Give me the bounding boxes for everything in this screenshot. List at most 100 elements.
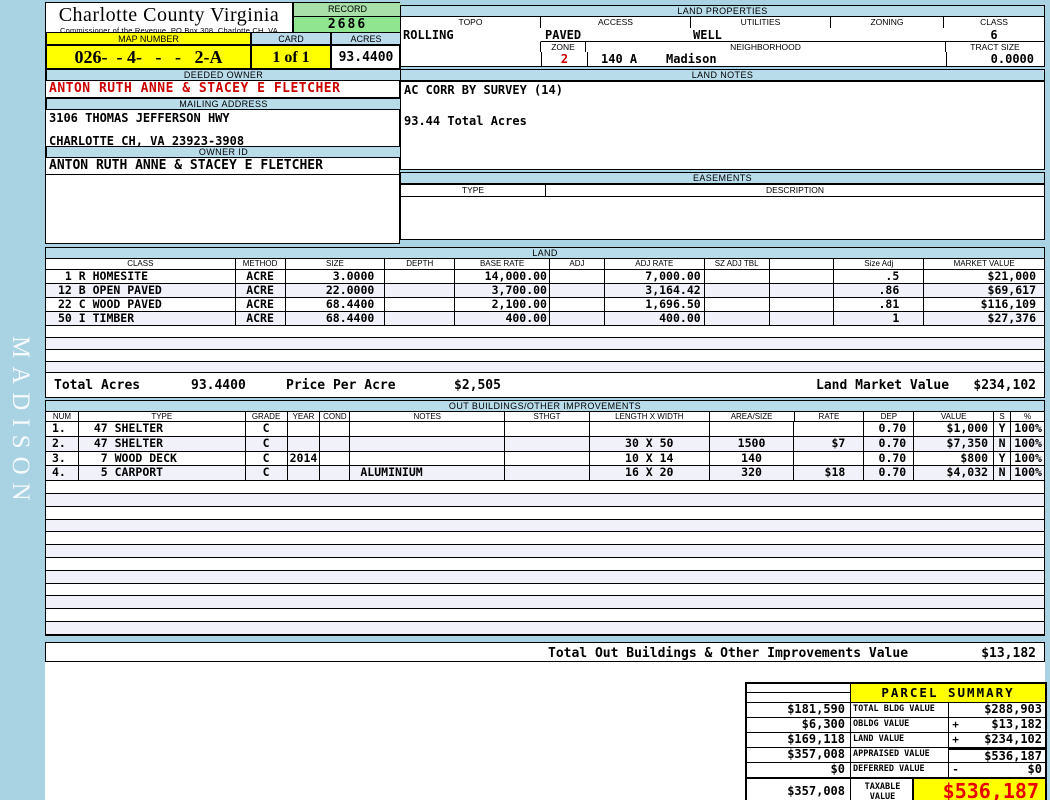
- cell: C: [246, 436, 288, 451]
- county-title: Charlotte County Virginia: [58, 4, 280, 26]
- column-header: MARKET VALUE: [953, 259, 1015, 268]
- card-label: CARD: [251, 32, 331, 45]
- out-buildings-total-row: Total Out Buildings & Other Improvements…: [45, 642, 1045, 662]
- mailing-address-line1: 3106 THOMAS JEFFERSON HWY: [49, 111, 230, 125]
- cell: $4,032: [914, 466, 995, 481]
- cell: [350, 422, 506, 436]
- cell: [705, 298, 770, 311]
- easement-description-label: DESCRIPTION: [765, 185, 825, 195]
- owner-id-band: OWNER ID: [46, 146, 401, 158]
- summary-label: LAND VALUE: [851, 733, 949, 747]
- cell: ACRE: [236, 312, 286, 325]
- empty-row: [46, 481, 1044, 494]
- cell: [550, 270, 605, 283]
- column-header: ADJ: [550, 259, 605, 269]
- empty-row: [46, 621, 1044, 635]
- cell: [505, 451, 590, 466]
- cell: 0.70: [864, 466, 915, 481]
- deeded-owner-value: ANTON RUTH ANNE & STACEY E FLETCHER: [46, 81, 401, 98]
- empty-row: [46, 609, 1044, 622]
- summary-left-value: $357,008: [747, 748, 851, 762]
- cell: 47 SHELTER: [79, 422, 246, 436]
- column-header: NOTES: [350, 412, 506, 421]
- out-buildings-band: OUT BUILDINGS/OTHER IMPROVEMENTS: [45, 400, 1045, 412]
- cell: N: [994, 466, 1012, 481]
- owner-id-value: ANTON RUTH ANNE & STACEY E FLETCHER: [46, 158, 401, 175]
- class-value: 6: [990, 28, 998, 42]
- column-header: NUM: [46, 412, 79, 421]
- cell: [770, 284, 835, 297]
- cell: 12 B OPEN PAVED: [46, 284, 236, 297]
- acres-label: ACRES: [331, 32, 401, 45]
- empty-row: [46, 338, 1044, 350]
- out-buildings-total-label: Total Out Buildings & Other Improvements…: [548, 646, 909, 661]
- topo-value: ROLLING: [403, 28, 454, 42]
- spacer-top: [747, 684, 850, 693]
- empty-row: [46, 570, 1044, 584]
- out-buildings-table: NUM TYPE GRADE YEAR COND NOTES STHGT LENGTH X W…: [45, 412, 1045, 636]
- summary-value: $536,187: [962, 748, 1045, 763]
- cell: [320, 451, 351, 466]
- parcel-summary: PARCEL SUMMARY $181,590 TOTAL BLDG VALUE $…: [745, 682, 1047, 800]
- cell: 3.0000: [286, 270, 386, 283]
- cell: $1,000: [914, 422, 995, 436]
- cell: [505, 466, 590, 481]
- column-header: RATE: [795, 412, 865, 421]
- neighborhood-label: NEIGHBORHOOD: [586, 42, 946, 52]
- summary-left-value: $181,590: [747, 703, 851, 717]
- column-header: BASE RATE: [455, 259, 550, 269]
- summary-operator: +: [952, 718, 959, 731]
- cell: 1,696.50: [605, 298, 705, 311]
- empty-row: [46, 584, 1044, 597]
- land-table-band: LAND: [45, 247, 1045, 259]
- parcel-summary-body: $181,590 TOTAL BLDG VALUE $288,903 $6,300 OB…: [747, 703, 1045, 778]
- cell: [705, 312, 770, 325]
- summary-label: APPRAISED VALUE: [851, 748, 949, 762]
- table-row: 2. 47 SHELTER C 30 X 50 1500 $7 0.70 $7,350 N 10…: [46, 436, 1044, 452]
- record-value: 2686: [293, 17, 401, 32]
- empty-row: [46, 519, 1044, 533]
- table-row: 1 R HOMESITE ACRE 3.0000 14,000.00 7,000.00.…: [46, 270, 1044, 284]
- cell: 100%: [1014, 436, 1042, 450]
- cell: 400.00: [455, 312, 550, 325]
- column-header: SZ ADJ TBL: [705, 259, 770, 269]
- parcel-summary-row: $357,008 APPRAISED VALUE $536,187: [747, 748, 1045, 763]
- parcel-summary-header-spacer: [747, 684, 851, 702]
- zone-neighborhood-headers: ZONE NEIGHBORHOOD TRACT SIZE: [401, 41, 1044, 52]
- cell: 47 SHELTER: [79, 436, 246, 451]
- column-header: ADJ RATE: [605, 259, 705, 269]
- map-number-value: 026- - 4- - - 2-A: [46, 45, 251, 69]
- column-header: DEP: [864, 412, 915, 421]
- cell: 22 C WOOD PAVED: [46, 298, 236, 311]
- table-row: 50 I TIMBER ACRE 68.4400 400.00 400.00 1 $27,3…: [46, 312, 1044, 326]
- cell: 100%: [1014, 422, 1042, 435]
- cell: [550, 298, 605, 311]
- empty-row: [46, 596, 1044, 610]
- table-row: 22 C WOOD PAVED ACRE 68.4400 2,100.00 1,696.…: [46, 298, 1044, 312]
- land-notes-box: AC CORR BY SURVEY (14) 93.44 Total Acres: [400, 81, 1045, 170]
- cell: [288, 466, 321, 481]
- cell: [320, 422, 351, 436]
- cell: [794, 451, 865, 466]
- cell: ACRE: [236, 284, 286, 297]
- land-properties-panel: LAND PROPERTIES TOPO ACCESS UTILITIES ZO…: [400, 5, 1045, 67]
- cell: C: [246, 466, 288, 481]
- zone-label: ZONE: [541, 42, 586, 52]
- access-value: PAVED: [545, 28, 582, 42]
- cell: [770, 298, 835, 311]
- cell: [385, 298, 456, 311]
- summary-left-value: $6,300: [747, 718, 851, 732]
- zone-spacer: [401, 41, 541, 52]
- price-per-acre-label: Price Per Acre: [286, 378, 396, 393]
- cell: 3,700.00: [455, 284, 550, 297]
- empty-row: [46, 507, 1044, 520]
- cell: 400.00: [605, 312, 705, 325]
- land-note-line1: AC CORR BY SURVEY (14): [404, 83, 563, 97]
- cell: 100%: [1014, 466, 1042, 480]
- cell: 30 X 50: [590, 436, 710, 451]
- cell: 7 WOOD DECK: [79, 451, 246, 466]
- cell: [385, 312, 456, 325]
- parcel-summary-row: $181,590 TOTAL BLDG VALUE $288,903: [747, 703, 1045, 718]
- cell: [550, 284, 605, 297]
- empty-row: [46, 493, 1044, 507]
